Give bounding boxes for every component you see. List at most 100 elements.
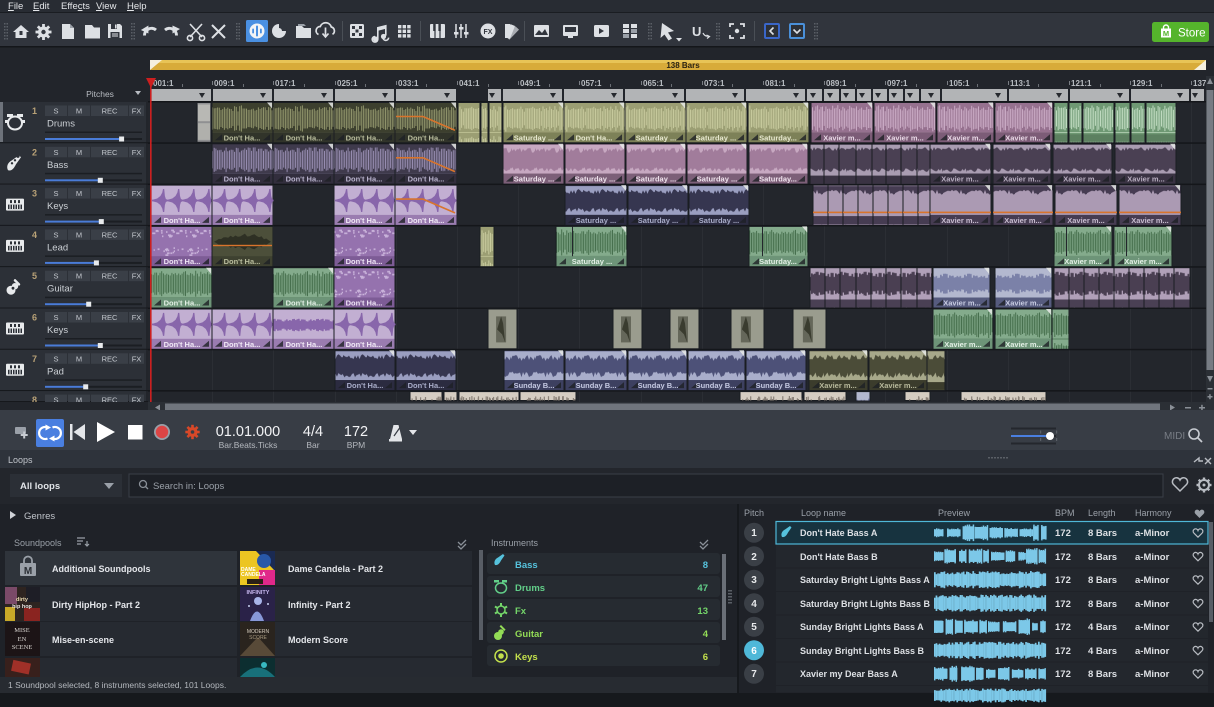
svg-text:7: 7 bbox=[32, 354, 37, 364]
svg-text:FX: FX bbox=[132, 396, 142, 402]
svg-text:REC: REC bbox=[102, 313, 118, 322]
svg-text:M: M bbox=[76, 313, 82, 322]
svg-text:Don't Ha...: Don't Ha... bbox=[347, 381, 384, 390]
svg-text:M: M bbox=[76, 396, 82, 402]
svg-text:1 Soundpool selected, 8 instru: 1 Soundpool selected, 8 instruments sele… bbox=[8, 680, 226, 690]
svg-text:097:1: 097:1 bbox=[887, 79, 908, 88]
svg-text:Don't Ha...: Don't Ha... bbox=[224, 133, 261, 142]
svg-text:7: 7 bbox=[751, 669, 757, 680]
svg-text:4: 4 bbox=[32, 230, 37, 240]
svg-text:CANDELA: CANDELA bbox=[241, 572, 266, 578]
svg-text:Mise-en-scene: Mise-en-scene bbox=[52, 635, 114, 645]
svg-text:Genres: Genres bbox=[24, 511, 55, 522]
svg-text:Xavier m...: Xavier m... bbox=[1005, 340, 1043, 349]
svg-text:Length: Length bbox=[1088, 508, 1116, 518]
svg-text:129:1: 129:1 bbox=[1132, 79, 1153, 88]
svg-text:Instruments: Instruments bbox=[491, 538, 539, 548]
svg-text:Guitar: Guitar bbox=[47, 284, 73, 295]
svg-text:4 Bars: 4 Bars bbox=[1088, 646, 1117, 657]
svg-text:M: M bbox=[76, 230, 82, 239]
svg-text:Loop name: Loop name bbox=[801, 508, 846, 518]
svg-text:Saturday Bright Lights Bass A: Saturday Bright Lights Bass A bbox=[800, 575, 930, 585]
svg-text:Harmony: Harmony bbox=[1135, 508, 1172, 518]
svg-text:4 Bars: 4 Bars bbox=[1088, 622, 1117, 633]
svg-text:1: 1 bbox=[32, 106, 37, 116]
svg-text:Don't Ha...: Don't Ha... bbox=[224, 257, 261, 266]
svg-text:FX: FX bbox=[132, 107, 142, 116]
svg-text:001:1: 001:1 bbox=[153, 79, 174, 88]
svg-text:Saturday ...: Saturday ... bbox=[697, 175, 737, 184]
svg-text:Xavier m...: Xavier m... bbox=[1063, 175, 1101, 184]
svg-text:Additional Soundpools: Additional Soundpools bbox=[52, 564, 151, 574]
svg-text:REC: REC bbox=[102, 189, 118, 198]
svg-text:Keys: Keys bbox=[47, 325, 68, 336]
svg-text:8 Bars: 8 Bars bbox=[1088, 552, 1117, 563]
svg-text:Search in: Loops: Search in: Loops bbox=[153, 481, 225, 492]
svg-text:dirty: dirty bbox=[16, 597, 29, 603]
svg-text:Saturday...: Saturday... bbox=[759, 175, 797, 184]
svg-text:Sunday Bright Lights Bass B: Sunday Bright Lights Bass B bbox=[800, 646, 925, 656]
svg-text:081:1: 081:1 bbox=[765, 79, 786, 88]
svg-text:Don't Ha...: Don't Ha... bbox=[408, 175, 445, 184]
svg-text:6: 6 bbox=[703, 652, 708, 663]
svg-text:Xavier m...: Xavier m... bbox=[1131, 216, 1169, 225]
svg-text:3: 3 bbox=[32, 189, 37, 199]
svg-text:a-Minor: a-Minor bbox=[1135, 622, 1170, 633]
svg-text:Sunday B...: Sunday B... bbox=[696, 381, 737, 390]
svg-text:U: U bbox=[692, 24, 701, 39]
svg-text:065:1: 065:1 bbox=[643, 79, 664, 88]
svg-text:Bass: Bass bbox=[47, 160, 68, 171]
svg-text:6: 6 bbox=[32, 313, 37, 323]
svg-text:FX: FX bbox=[132, 354, 142, 363]
svg-text:Xavier m...: Xavier m... bbox=[1127, 175, 1165, 184]
svg-text:REC: REC bbox=[102, 148, 118, 157]
svg-text:041:1: 041:1 bbox=[459, 79, 480, 88]
svg-text:Saturday ...: Saturday ... bbox=[636, 175, 676, 184]
svg-text:Modern Score: Modern Score bbox=[288, 635, 348, 645]
svg-text:Bass: Bass bbox=[515, 560, 538, 571]
svg-text:172: 172 bbox=[1055, 599, 1071, 610]
svg-text:REC: REC bbox=[102, 230, 118, 239]
svg-text:Don't Ha...: Don't Ha... bbox=[408, 133, 445, 142]
svg-text:Xavier m...: Xavier m... bbox=[1003, 175, 1041, 184]
svg-text:033:1: 033:1 bbox=[398, 79, 419, 88]
svg-text:8 Bars: 8 Bars bbox=[1088, 599, 1117, 610]
svg-text:a-Minor: a-Minor bbox=[1135, 575, 1170, 586]
svg-text:172: 172 bbox=[344, 424, 368, 440]
svg-text:8: 8 bbox=[32, 395, 37, 402]
svg-text:a-Minor: a-Minor bbox=[1135, 669, 1170, 680]
svg-text:M: M bbox=[24, 566, 32, 577]
svg-text:M: M bbox=[1163, 29, 1169, 38]
svg-text:MIDI: MIDI bbox=[1164, 431, 1185, 442]
svg-text:FX: FX bbox=[132, 272, 142, 281]
svg-text:3: 3 bbox=[751, 575, 757, 586]
svg-text:FX: FX bbox=[132, 189, 142, 198]
svg-text:Xavier m...: Xavier m... bbox=[944, 340, 982, 349]
svg-text:Don't Ha...: Don't Ha... bbox=[164, 216, 201, 225]
svg-text:073:1: 073:1 bbox=[704, 79, 725, 88]
svg-text:S: S bbox=[53, 107, 58, 116]
svg-text:Xavier m...: Xavier m... bbox=[1004, 216, 1042, 225]
svg-text:Saturday ...: Saturday ... bbox=[572, 257, 612, 266]
svg-text:8 Bars: 8 Bars bbox=[1088, 528, 1117, 539]
svg-text:4: 4 bbox=[703, 629, 709, 640]
svg-text:Saturday...: Saturday... bbox=[759, 257, 797, 266]
svg-text:Saturday ...: Saturday ... bbox=[638, 216, 678, 225]
svg-text:Don't Hate Bass B: Don't Hate Bass B bbox=[800, 552, 878, 562]
svg-text:Sunday B...: Sunday B... bbox=[514, 381, 555, 390]
svg-text:2: 2 bbox=[32, 147, 37, 157]
svg-text:Don't Ha...: Don't Ha... bbox=[346, 340, 383, 349]
svg-text:Don't Ha...: Don't Ha... bbox=[346, 299, 383, 308]
svg-text:Xavier m...: Xavier m... bbox=[1124, 257, 1162, 266]
svg-text:Don't Ha...: Don't Ha... bbox=[224, 175, 261, 184]
svg-text:Bar: Bar bbox=[306, 440, 319, 450]
svg-text:Infinity - Part 2: Infinity - Part 2 bbox=[288, 600, 351, 610]
svg-text:Xavier m...: Xavier m... bbox=[1067, 216, 1105, 225]
svg-text:S: S bbox=[53, 272, 58, 281]
svg-text:All loops: All loops bbox=[20, 481, 60, 492]
svg-text:Saturday ...: Saturday ... bbox=[696, 133, 736, 142]
svg-text:BPM: BPM bbox=[347, 440, 365, 450]
svg-text:Don't Ha...: Don't Ha... bbox=[346, 175, 383, 184]
svg-text:172: 172 bbox=[1055, 575, 1071, 586]
svg-text:Don't Ha...: Don't Ha... bbox=[286, 299, 323, 308]
